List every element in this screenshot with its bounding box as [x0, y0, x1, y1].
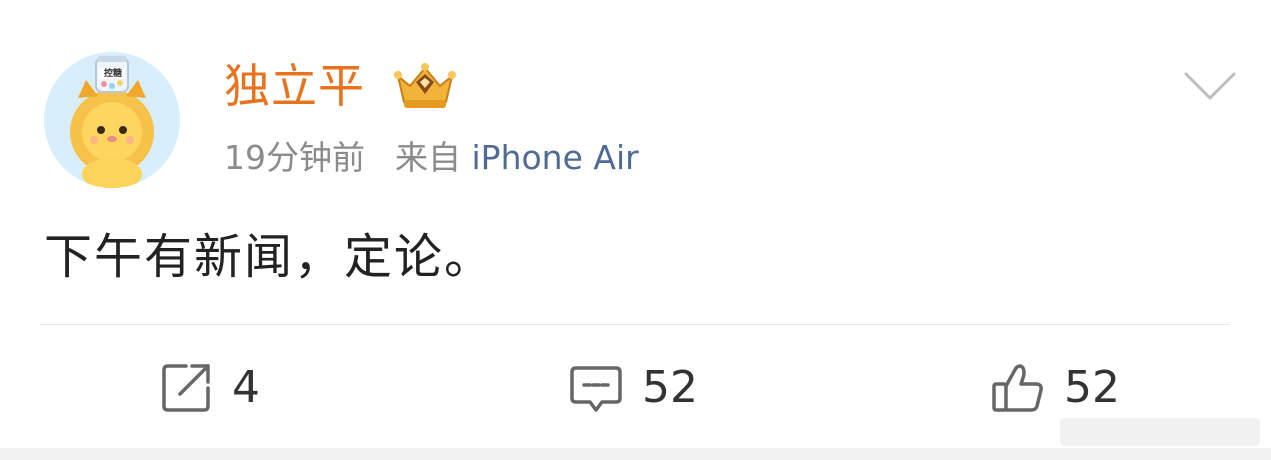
source-device[interactable]: iPhone Air: [472, 138, 639, 177]
vip-crown-icon[interactable]: [392, 60, 458, 112]
watermark: [1060, 418, 1260, 446]
repost-button[interactable]: 4: [158, 356, 260, 420]
comment-count: 52: [642, 362, 698, 413]
post-time: 19分钟前: [224, 138, 365, 177]
chevron-down-icon[interactable]: [1182, 68, 1238, 104]
avatar-jar-label: 控糖: [103, 69, 122, 79]
divider: [40, 324, 1230, 325]
like-count: 52: [1064, 362, 1120, 413]
source-prefix: 来自: [395, 138, 461, 177]
avatar[interactable]: 控糖: [44, 52, 180, 188]
author-name[interactable]: 独立平: [224, 54, 365, 118]
post-text: 下午有新闻，定论。: [44, 229, 495, 285]
repost-count: 4: [232, 362, 260, 413]
weibo-post-card: 控糖 独立平 19分钟前 来自 iPhone Air 下午有新闻，定论。 4 5…: [0, 0, 1271, 448]
post-meta: 19分钟前 来自 iPhone Air: [224, 134, 639, 182]
like-button[interactable]: 52: [990, 356, 1120, 420]
repost-icon: [162, 364, 210, 412]
comment-icon: [570, 366, 622, 412]
like-icon: [992, 364, 1043, 412]
comment-button[interactable]: 52: [568, 356, 698, 420]
feed-separator: [0, 448, 1271, 460]
